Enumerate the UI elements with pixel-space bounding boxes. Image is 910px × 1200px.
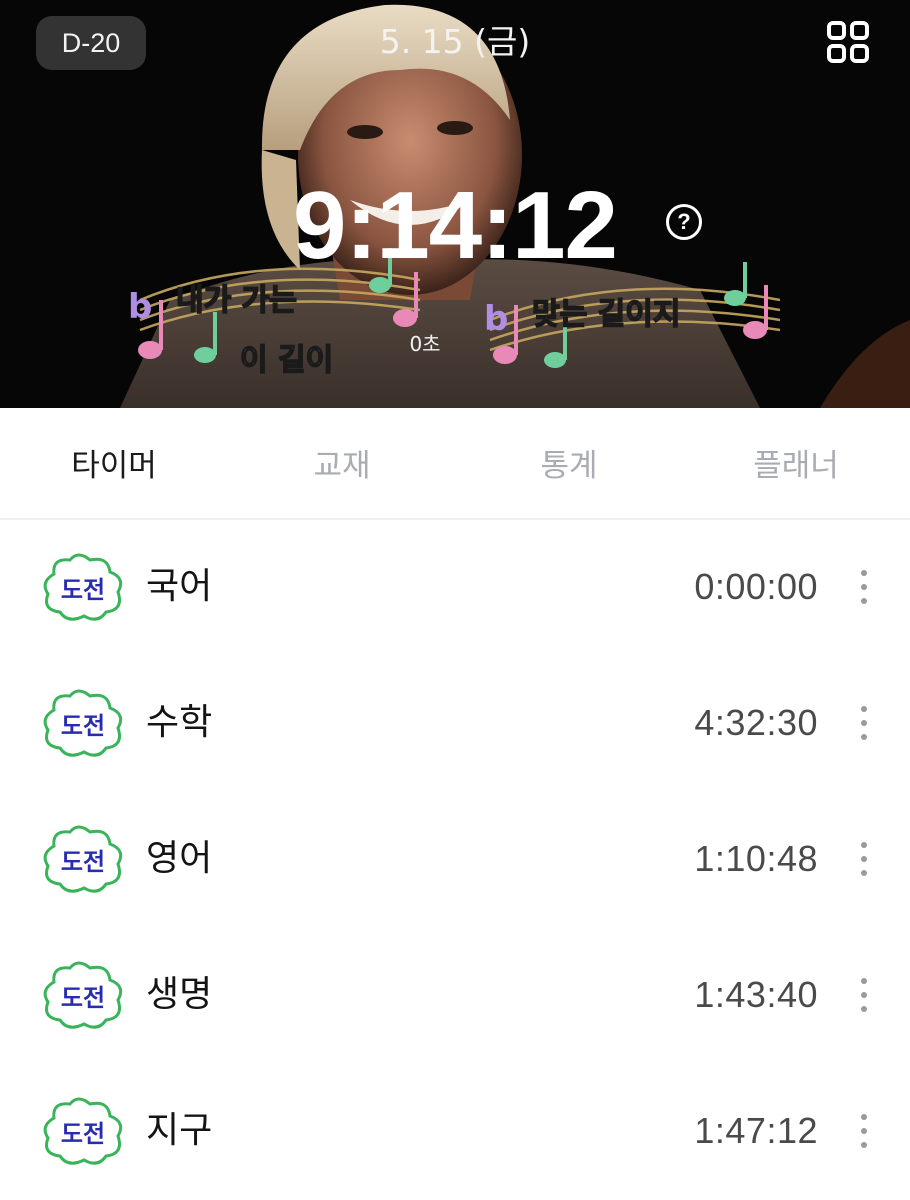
subject-time: 4:32:30	[694, 702, 818, 743]
badge-label: 도전	[61, 848, 105, 876]
more-options-icon[interactable]	[852, 570, 876, 604]
total-study-time: 9:14:12	[293, 172, 618, 279]
subject-row[interactable]: 도전 생명 1:43:40	[0, 930, 910, 1066]
seconds-label: 0초	[409, 332, 441, 356]
subject-name: 국어	[146, 566, 213, 607]
subject-row[interactable]: 도전 영어 1:10:48	[0, 794, 910, 930]
subject-time: 0:00:00	[694, 566, 818, 607]
banner-caption: 내가 가는	[176, 283, 297, 318]
tab-bar: 타이머 교재 통계 플래너	[0, 408, 910, 520]
more-options-icon[interactable]	[852, 706, 876, 740]
banner-caption: 이 길이	[240, 343, 333, 378]
grid-menu-button[interactable]	[826, 20, 870, 64]
subject-name: 생명	[146, 974, 213, 1015]
tab-timer[interactable]: 타이머	[44, 438, 184, 494]
subject-time: 1:47:12	[694, 1110, 818, 1151]
help-icon[interactable]: ?	[666, 204, 702, 240]
more-options-icon[interactable]	[852, 842, 876, 876]
svg-text:b: b	[484, 299, 508, 339]
grid-icon	[827, 21, 869, 63]
header-banner: b b 내가 가는 이 길이 맞는 길이지 D-20 5. 15 (금) 9:1…	[0, 0, 910, 408]
challenge-badge-icon[interactable]: 도전	[40, 960, 126, 1032]
subject-time: 1:43:40	[694, 974, 818, 1015]
svg-text:b: b	[128, 287, 152, 327]
subject-row[interactable]: 도전 수학 4:32:30	[0, 658, 910, 794]
subject-row[interactable]: 도전 지구 1:47:12	[0, 1066, 910, 1200]
badge-label: 도전	[61, 1120, 105, 1148]
challenge-badge-icon[interactable]: 도전	[40, 824, 126, 896]
badge-label: 도전	[61, 712, 105, 740]
date-label: 5. 15 (금)	[379, 22, 531, 61]
tab-textbook[interactable]: 교재	[272, 438, 412, 494]
subject-name: 수학	[146, 702, 213, 743]
more-options-icon[interactable]	[852, 1114, 876, 1148]
challenge-badge-icon[interactable]: 도전	[40, 688, 126, 760]
badge-label: 도전	[61, 576, 105, 604]
subject-name: 지구	[146, 1110, 213, 1151]
subject-time: 1:10:48	[694, 838, 818, 879]
subject-row[interactable]: 도전 국어 0:00:00	[0, 522, 910, 658]
banner-caption: 맞는 길이지	[532, 297, 680, 332]
more-options-icon[interactable]	[852, 978, 876, 1012]
challenge-badge-icon[interactable]: 도전	[40, 552, 126, 624]
challenge-badge-icon[interactable]: 도전	[40, 1096, 126, 1168]
tab-stats[interactable]: 통계	[499, 438, 639, 494]
tab-planner[interactable]: 플래너	[726, 438, 866, 494]
badge-label: 도전	[61, 984, 105, 1012]
dday-badge[interactable]: D-20	[36, 16, 146, 70]
subject-name: 영어	[146, 838, 213, 879]
